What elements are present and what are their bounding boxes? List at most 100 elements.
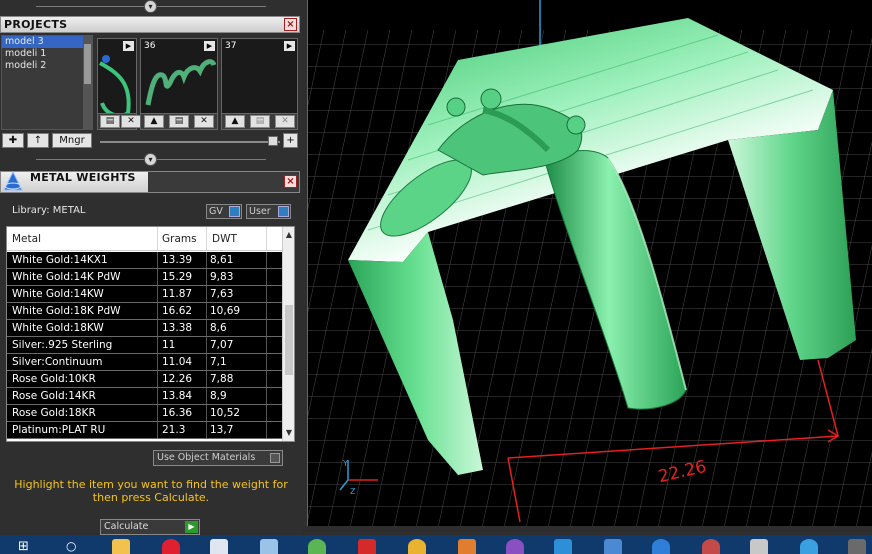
search-icon[interactable]: ○ <box>66 539 84 554</box>
scroll-thumb[interactable] <box>285 305 293 375</box>
utorrent-icon[interactable] <box>308 539 326 554</box>
close-icon[interactable]: × <box>284 175 297 188</box>
collapse-chevron-icon[interactable]: ▾ <box>144 153 157 166</box>
opera-icon[interactable] <box>162 539 180 554</box>
save-icon[interactable]: ▤ <box>100 115 120 128</box>
chrome-icon[interactable] <box>408 539 426 554</box>
cell-grams: 13.38 <box>162 322 193 334</box>
3d-viewport[interactable]: Y Z 22.26 <box>307 0 872 526</box>
table-row[interactable]: White Gold:14K PdW 15.29 9,83 <box>7 269 283 286</box>
table-row[interactable]: White Gold:18KW 13.38 8,6 <box>7 320 283 337</box>
user-toggle[interactable]: User <box>246 204 291 219</box>
delete-icon[interactable]: ✕ <box>121 115 141 128</box>
project-thumbnail[interactable]: 36 ▶ ▲ ▤ ✕ <box>140 38 218 130</box>
metal-weights-title: METAL WEIGHTS <box>30 171 136 184</box>
column-header-dwt[interactable]: DWT <box>212 233 237 245</box>
pinned-app-icon-1[interactable] <box>210 539 228 554</box>
table-row[interactable]: White Gold:14KX1 13.39 8,61 <box>7 252 283 269</box>
library-label: Library: METAL <box>12 205 86 216</box>
toggle-indicator-icon <box>229 206 240 217</box>
top-splitter[interactable]: ▾ <box>0 0 302 14</box>
project-thumbnail[interactable]: ▶ ▤ ✕ <box>97 38 141 130</box>
checkbox-icon[interactable] <box>270 453 280 463</box>
thumbnail-size-slider[interactable] <box>100 141 280 143</box>
pinned-app-icon-7[interactable] <box>604 539 622 554</box>
pinned-app-icon-10[interactable] <box>750 539 768 554</box>
collapse-chevron-icon[interactable]: ▾ <box>144 0 157 13</box>
delete-icon[interactable]: ✕ <box>194 115 214 128</box>
project-list[interactable]: model 3 modeli 1 modeli 2 <box>1 35 93 130</box>
table-row[interactable]: White Gold:18K PdW 16.62 10,69 <box>7 303 283 320</box>
project-thumbnail[interactable]: 37 ▶ ▲ ▤ ✕ <box>221 38 298 130</box>
table-row[interactable]: Rose Gold:10KR 12.26 7,88 <box>7 371 283 388</box>
slider-handle[interactable] <box>268 136 278 146</box>
play-icon[interactable]: ▶ <box>284 41 295 51</box>
table-row[interactable]: Silver:Continuum 11.04 7,1 <box>7 354 283 371</box>
file-explorer-icon[interactable] <box>112 539 130 554</box>
project-item[interactable]: modeli 2 <box>2 60 92 72</box>
table-scrollbar[interactable]: ▲ ▼ <box>282 227 294 441</box>
delete-icon[interactable]: ✕ <box>275 115 295 128</box>
windows-start-icon[interactable]: ⊞ <box>18 539 36 554</box>
cell-grams: 16.62 <box>162 305 193 317</box>
column-header-metal[interactable]: Metal <box>12 233 41 245</box>
pinned-app-icon-3[interactable] <box>358 539 376 554</box>
table-header: Metal Grams DWT <box>7 227 285 251</box>
cell-divider <box>266 269 267 285</box>
ornament-figure-head <box>480 88 502 110</box>
upload-icon[interactable]: ▲ <box>144 115 164 128</box>
pinned-app-icon-5[interactable] <box>506 539 524 554</box>
pinned-app-icon-9[interactable] <box>702 539 720 554</box>
table-row[interactable]: White Gold:14KW 11.87 7,63 <box>7 286 283 303</box>
table-row[interactable]: Rose Gold:14KR 13.84 8,9 <box>7 388 283 405</box>
pinned-app-icon-12[interactable] <box>848 539 866 554</box>
pinned-app-icon-4[interactable] <box>458 539 476 554</box>
gv-toggle[interactable]: GV <box>206 204 242 219</box>
projects-header: PROJECTS × <box>0 16 300 33</box>
go-arrow-icon[interactable]: ▶ <box>185 521 198 533</box>
cell-metal: Silver:.925 Sterling <box>12 339 113 351</box>
move-up-icon[interactable]: ↑ <box>27 133 49 148</box>
project-item[interactable]: modeli 1 <box>2 48 92 60</box>
use-object-materials-checkbox[interactable]: Use Object Materials <box>153 450 283 466</box>
pinned-app-icon-11[interactable] <box>800 539 818 554</box>
manager-button[interactable]: Mngr <box>52 133 92 148</box>
close-icon[interactable]: × <box>284 18 297 31</box>
scroll-down-icon[interactable]: ▼ <box>284 428 294 438</box>
save-icon[interactable]: ▤ <box>169 115 189 128</box>
cell-grams: 15.29 <box>162 271 193 283</box>
user-toggle-label: User <box>249 206 271 217</box>
project-item[interactable]: model 3 <box>2 36 92 48</box>
table-row[interactable]: Platinum:PLAT RU 21.3 13,7 <box>7 422 283 439</box>
cell-dwt: 10,69 <box>210 305 241 317</box>
pinned-app-icon-8[interactable] <box>652 539 670 554</box>
play-icon[interactable]: ▶ <box>123 41 134 51</box>
projects-title: PROJECTS <box>4 18 68 31</box>
middle-splitter[interactable]: ▾ <box>0 153 302 167</box>
play-icon[interactable]: ▶ <box>204 41 215 51</box>
cell-divider <box>157 405 158 421</box>
cell-divider <box>266 422 267 438</box>
cell-divider <box>206 269 207 285</box>
project-list-scrollbar[interactable] <box>83 36 92 129</box>
thumbnail-buttons: ▤ ✕ <box>98 113 141 129</box>
table-row[interactable]: Silver:.925 Sterling 11 7,07 <box>7 337 283 354</box>
calculate-button[interactable]: Calculate ▶ <box>100 519 200 535</box>
add-icon[interactable]: ✚ <box>2 133 24 148</box>
scroll-thumb[interactable] <box>84 44 91 84</box>
scroll-up-icon[interactable]: ▲ <box>284 230 294 240</box>
pinned-app-icon-6[interactable] <box>554 539 572 554</box>
cell-divider <box>157 371 158 387</box>
cell-dwt: 7,88 <box>210 373 234 385</box>
save-icon[interactable]: ▤ <box>250 115 270 128</box>
table-row[interactable]: Rose Gold:18KR 16.36 10,52 <box>7 405 283 422</box>
cell-divider <box>206 371 207 387</box>
upload-icon[interactable]: ▲ <box>225 115 245 128</box>
cell-metal: Rose Gold:14KR <box>12 390 96 402</box>
calculate-label: Calculate <box>104 521 149 532</box>
zoom-in-icon[interactable]: + <box>283 133 298 148</box>
metal-weights-table[interactable]: Metal Grams DWT White Gold:14KX1 13.39 8,6… <box>6 226 295 442</box>
column-header-grams[interactable]: Grams <box>162 233 197 245</box>
cell-grams: 12.26 <box>162 373 193 385</box>
pinned-app-icon-2[interactable] <box>260 539 278 554</box>
